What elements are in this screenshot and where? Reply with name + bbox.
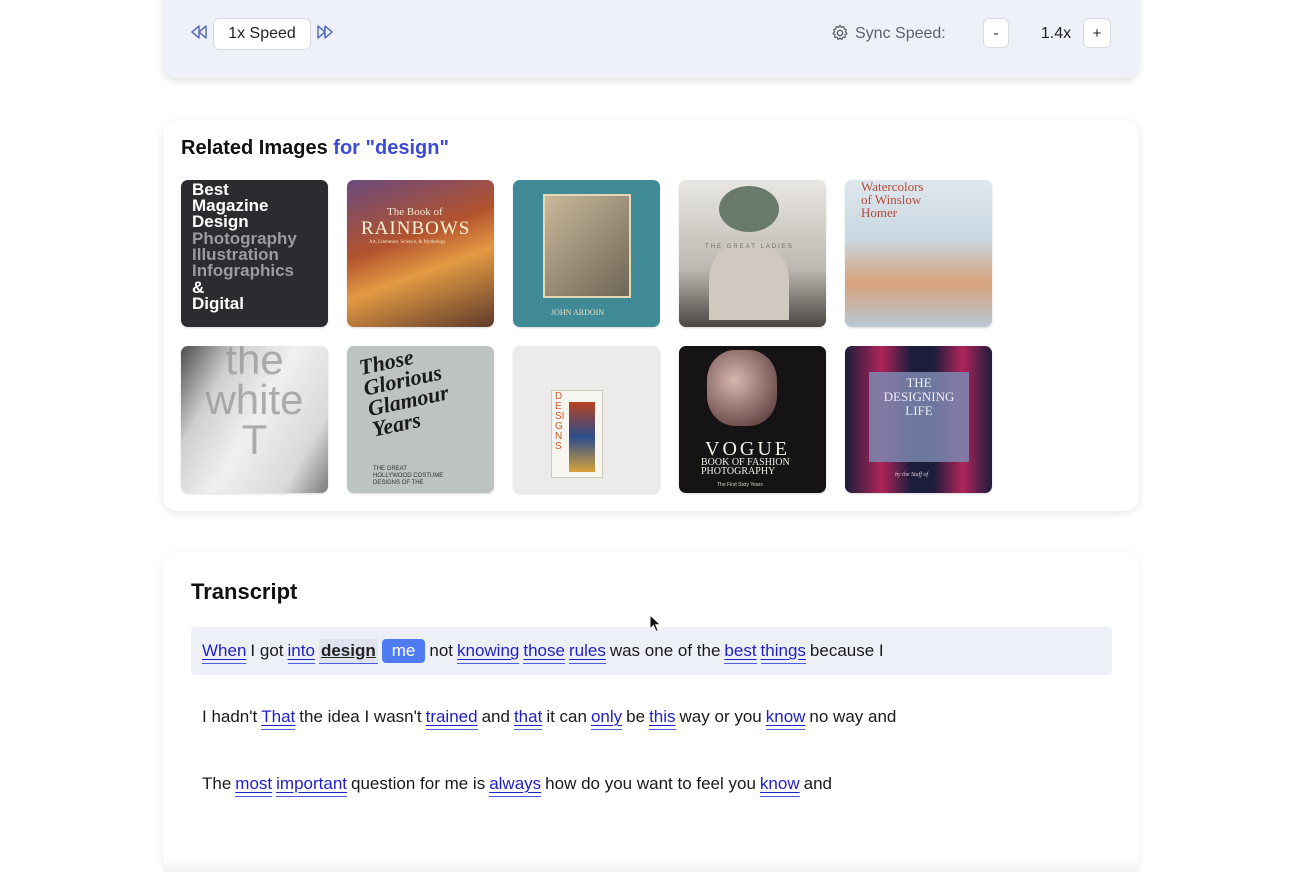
sync-increase-button[interactable]: + bbox=[1083, 18, 1111, 48]
mouse-cursor-icon bbox=[649, 614, 662, 633]
portrait-shape bbox=[707, 350, 777, 426]
transcript-word: no way and bbox=[809, 707, 897, 726]
transcript-word-link[interactable]: most bbox=[235, 774, 273, 797]
transcript-word-link[interactable]: always bbox=[489, 774, 542, 797]
transcript-word: I hadn't bbox=[202, 707, 258, 726]
related-image-5[interactable]: Watercolors of Winslow Homer bbox=[845, 180, 992, 327]
rewind-icon[interactable] bbox=[189, 22, 213, 46]
transcript-panel: Transcript When I got into design me not knowi… bbox=[163, 552, 1139, 872]
related-image-10[interactable]: THE DESIGNING LIFE by the Staff of bbox=[845, 346, 992, 493]
related-image-8[interactable]: DESIGNS bbox=[513, 346, 660, 493]
transcript-word-link[interactable]: know bbox=[765, 707, 806, 730]
cover-subtitle: Photography Illustration Infographics bbox=[192, 229, 297, 280]
related-image-9[interactable]: VOGUE BOOK OF FASHION PHOTOGRAPHY The Fi… bbox=[679, 346, 826, 493]
transcript-word-link[interactable]: That bbox=[261, 707, 296, 730]
cover-title: THE GREAT LADIES bbox=[705, 244, 794, 250]
transcript-word: not bbox=[429, 641, 453, 660]
transcript-line-3[interactable]: The most important question for me is always… bbox=[191, 760, 1112, 808]
cover-footer: The First Sixty Years bbox=[717, 482, 763, 488]
transcript-word-link[interactable]: things bbox=[760, 641, 806, 664]
transcript-word: the idea I wasn't bbox=[299, 707, 422, 726]
transcript-word: because I bbox=[809, 641, 884, 660]
portrait-frame bbox=[543, 194, 631, 298]
related-image-4[interactable]: THE GREAT LADIES bbox=[679, 180, 826, 327]
related-image-2[interactable]: The Book of RAINBOWS Art, Literature, Sc… bbox=[347, 180, 494, 327]
cover-title: DESIGNS bbox=[555, 391, 565, 452]
sync-decrease-button[interactable]: - bbox=[983, 18, 1009, 48]
cover-title: The Book of bbox=[387, 206, 443, 218]
transcript-word: question for me is bbox=[351, 774, 486, 793]
gear-icon bbox=[831, 24, 849, 47]
transcript-word-link[interactable]: knowing bbox=[457, 641, 520, 664]
transcript-title: Transcript bbox=[191, 579, 298, 604]
transcript-word: be bbox=[626, 707, 646, 726]
cover-subtitle: Art, Literature, Science, & Mythology bbox=[369, 240, 446, 245]
figure-shape bbox=[709, 240, 789, 320]
related-images-panel: Related Images for "design" Best Magazin… bbox=[163, 120, 1139, 511]
transcript-line-2[interactable]: I hadn't That the idea I wasn't trained and t… bbox=[191, 693, 1112, 741]
cover-author: JOHN ARDOIN bbox=[551, 308, 605, 317]
transcript-word: and bbox=[481, 707, 510, 726]
transcript-word: it can bbox=[546, 707, 587, 726]
cover-subtitle: BOOK OF FASHION PHOTOGRAPHY bbox=[701, 457, 790, 477]
transcript-word-link[interactable]: those bbox=[523, 641, 565, 664]
related-image-7[interactable]: Those Glorious Glamour Years THE GREAT H… bbox=[347, 346, 494, 493]
speed-button[interactable]: 1x Speed bbox=[213, 18, 311, 50]
cover-title: Watercolors of Winslow Homer bbox=[861, 180, 924, 220]
transcript-word: how do you want to feel you bbox=[545, 774, 756, 793]
sync-speed-label: Sync Speed: bbox=[855, 25, 946, 42]
transcript-word-link[interactable]: best bbox=[724, 641, 757, 664]
transcript-word-link[interactable]: this bbox=[649, 707, 676, 730]
scroll-fade bbox=[163, 858, 1139, 872]
transcript-line-1[interactable]: When I got into design me not knowing those rule… bbox=[191, 627, 1112, 675]
transcript-word: I got bbox=[250, 641, 284, 660]
hair-shape bbox=[719, 186, 779, 232]
related-image-1[interactable]: Best Magazine Design Photography Illustr… bbox=[181, 180, 328, 327]
sync-speed-value: 1.4x bbox=[1040, 25, 1072, 42]
cover-footer: & Digital bbox=[192, 278, 244, 313]
related-images-title: Related Images for "design" bbox=[181, 137, 449, 160]
transcript-word-link[interactable]: rules bbox=[568, 641, 606, 664]
transcript-word: way or you bbox=[679, 707, 762, 726]
transcript-word-link[interactable]: know bbox=[759, 774, 800, 797]
related-title-text: Related Images bbox=[181, 137, 328, 159]
cover-title: THE DESIGNING LIFE bbox=[883, 375, 955, 418]
transcript-word: was one of the bbox=[609, 641, 721, 660]
fast-forward-icon[interactable] bbox=[315, 22, 339, 46]
sync-speed-control: Sync Speed: - 1.4x + bbox=[832, 18, 1111, 50]
transcript-word-current[interactable]: design bbox=[318, 639, 378, 664]
cover-footer: by the Staff of bbox=[895, 472, 929, 478]
cover-title: Those Glorious Glamour Years bbox=[356, 346, 451, 442]
transcript-word-link[interactable]: only bbox=[590, 707, 623, 730]
related-image-6[interactable]: the white T bbox=[181, 346, 328, 493]
cover-title: the white T bbox=[205, 346, 304, 463]
transcript-word-link[interactable]: trained bbox=[425, 707, 478, 730]
cover-title: Best Magazine Design bbox=[192, 180, 269, 231]
player-controls: 1x Speed Sync Speed: - 1.4x + bbox=[163, 0, 1139, 78]
figure-shape bbox=[569, 402, 595, 472]
transcript-word: and bbox=[803, 774, 832, 793]
transcript-word: The bbox=[202, 774, 232, 793]
transcript-word-link[interactable]: that bbox=[513, 707, 543, 730]
transcript-word-link[interactable]: into bbox=[287, 641, 315, 664]
transcript-word-playing[interactable]: me bbox=[381, 639, 426, 663]
related-query-text: for "design" bbox=[333, 137, 449, 159]
cover-subtitle: THE GREAT HOLLYWOOD COSTUME DESIGNS OF T… bbox=[373, 466, 444, 486]
transcript-word-link[interactable]: When bbox=[202, 641, 247, 664]
cover-title-large: RAINBOWS bbox=[361, 218, 471, 239]
related-image-3[interactable]: JOHN ARDOIN bbox=[513, 180, 660, 327]
transcript-word-link[interactable]: important bbox=[276, 774, 348, 797]
playback-controls-row: 1x Speed Sync Speed: - 1.4x + bbox=[163, 18, 1139, 50]
